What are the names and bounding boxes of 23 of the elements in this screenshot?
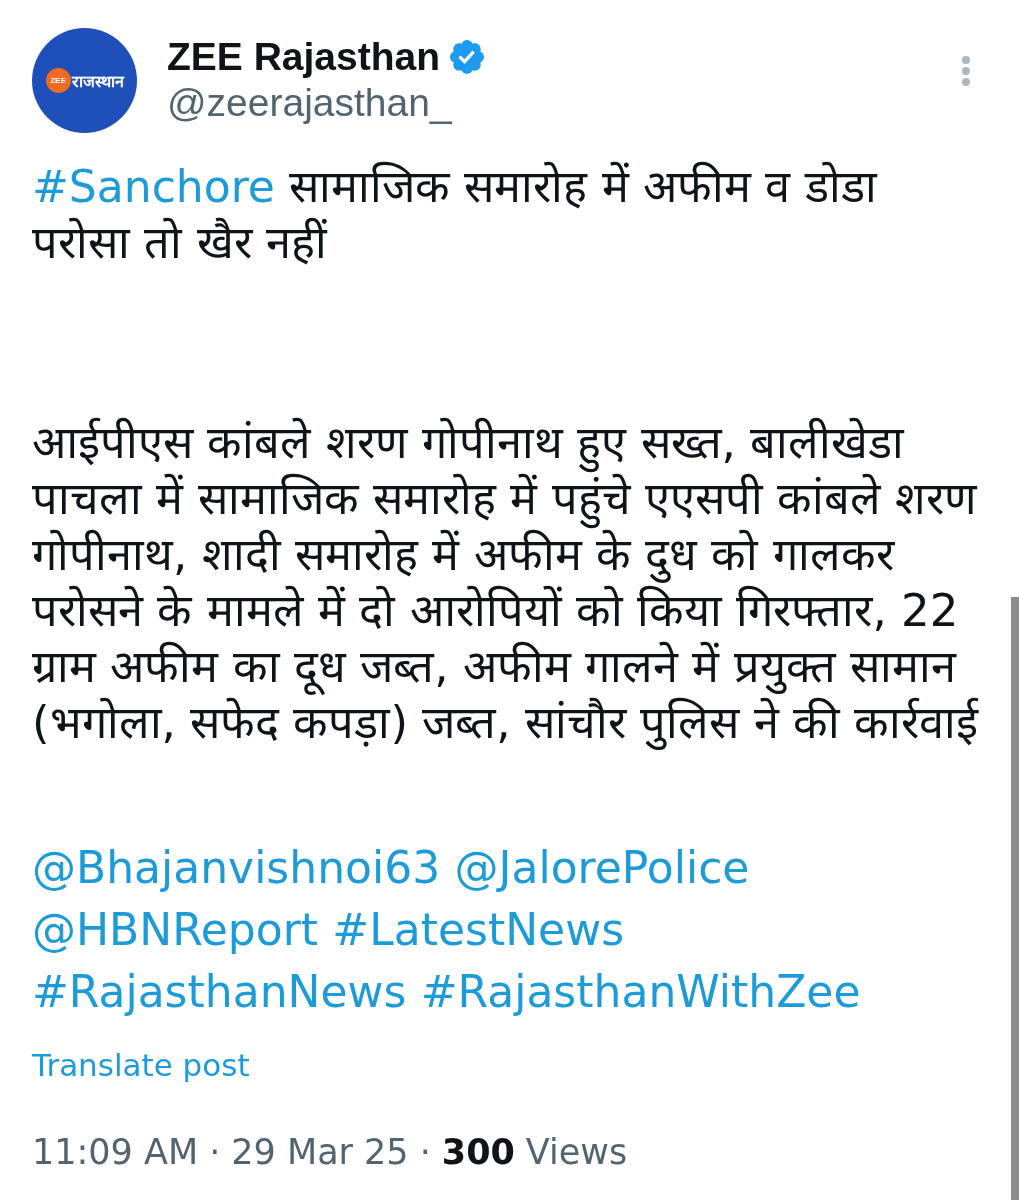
post-time: 11:09 AM	[32, 1131, 199, 1174]
account-handle[interactable]: @zeerajasthan_	[167, 80, 485, 126]
logo-avatar[interactable]: ZEE राजस्थान	[32, 28, 137, 133]
scrollbar-thumb[interactable]	[1011, 597, 1019, 1200]
post-text: #Sanchore सामाजिक समारोह में अफीम व डोडा परोसा तो खैर नहीं	[32, 159, 879, 271]
post-date: 29 Mar 25	[231, 1131, 409, 1174]
hashtag-link[interactable]: #RajasthanWithZee	[420, 966, 861, 1017]
hashtag-link[interactable]: #Sanchore	[32, 161, 275, 212]
more-options-icon[interactable]	[961, 55, 971, 87]
views-count[interactable]: 300	[441, 1130, 515, 1174]
views-label: Views	[525, 1131, 628, 1174]
mention-link[interactable]: @JalorePolice	[454, 842, 750, 893]
dot-separator: ·	[419, 1131, 431, 1174]
hashtag-link[interactable]: #LatestNews	[332, 904, 625, 955]
logo-mark: ZEE	[45, 68, 71, 93]
hashtag-link[interactable]: #RajasthanNews	[32, 966, 407, 1017]
mention-link[interactable]: @Bhajanvishnoi63	[32, 842, 441, 893]
dot-separator: ·	[209, 1131, 221, 1174]
post-text: आईपीएस कांबले शरण गोपीनाथ हुए सख्त, बालीखेडा पाचला में सामाजिक समारोह में पहुंचे एएसपी कांबले शरण गोपीनाथ, शादी समारोह में अफीम के दुध को गालकर परोसने के मामले में दो आरोपियों को किया गिरफ्तार, 22 ग्राम अफीम का दूध जब्त, अफीम गालने में प्रयुक्त सामान (भगोला, सफेद कपड़ा) जब्त, सांचौर पुलिस ने की कार्रवाई	[32, 415, 980, 751]
translate-link[interactable]: Translate post	[32, 1045, 250, 1085]
logo-text: राजस्थान	[71, 71, 124, 92]
mention-link[interactable]: @HBNReport	[32, 904, 319, 955]
account-name[interactable]: ZEE Rajasthan	[167, 34, 441, 80]
